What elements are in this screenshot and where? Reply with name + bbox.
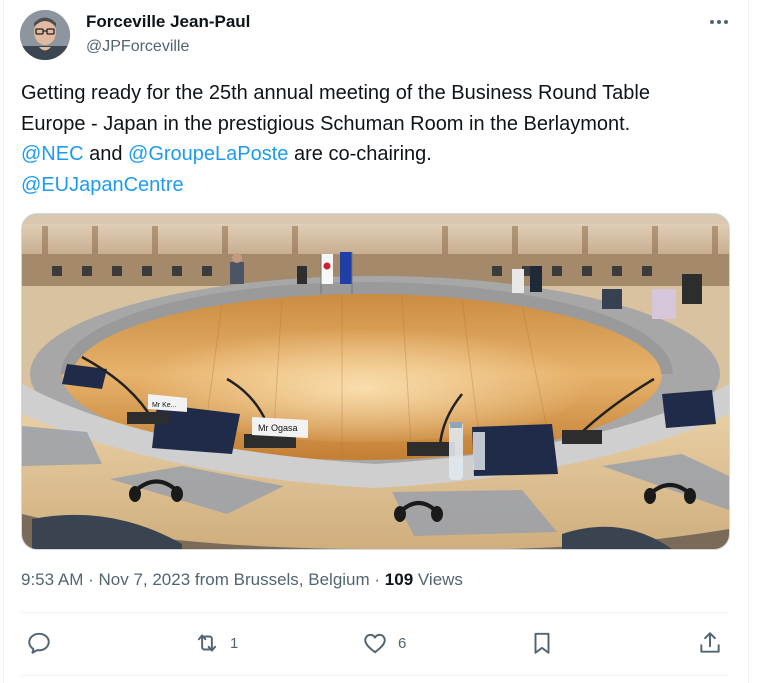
mention-eujapancentre[interactable]: @EUJapanCentre <box>21 174 184 196</box>
bookmark-icon <box>534 632 550 654</box>
reply-button[interactable] <box>26 628 62 658</box>
nameplate-2: Mr Ke... <box>152 402 177 409</box>
tweet-line-2: Europe - Japan in the prestigious Schuma… <box>21 112 631 135</box>
tweet-location: from Brussels, Belgium <box>190 570 370 589</box>
like-count: 6 <box>398 634 407 652</box>
tweet-text: Getting ready for the 25th annual meetin… <box>21 78 741 200</box>
tweet-line-4: @EUJapanCentre <box>21 170 741 201</box>
tweet-cochair-text: are co-chairing. <box>288 143 432 165</box>
tweet-line-3: @NEC and @GroupeLaPoste are co-chairing. <box>21 139 741 170</box>
tweet-meta: 9:53 AM · Nov 7, 2023 from Brussels, Bel… <box>21 570 463 590</box>
views-label: Views <box>413 570 463 589</box>
tweet-date[interactable]: Nov 7, 2023 <box>98 570 190 589</box>
share-icon <box>700 632 720 653</box>
tweet-and-text: and <box>83 143 129 165</box>
author-handle[interactable]: @JPForceville <box>86 38 189 56</box>
right-border <box>748 0 749 683</box>
retweet-count: 1 <box>230 634 239 652</box>
bookmark-button[interactable] <box>529 628 555 658</box>
retweet-icon <box>197 634 217 652</box>
tweet-photo[interactable]: Mr Ogasa Mr Ke... <box>21 213 730 550</box>
reply-icon <box>28 632 50 654</box>
meta-separator: · <box>369 570 385 589</box>
heart-icon <box>364 633 386 654</box>
divider <box>21 612 728 613</box>
share-button[interactable] <box>697 628 723 658</box>
like-button[interactable]: 6 <box>362 628 406 658</box>
avatar[interactable] <box>20 10 70 60</box>
more-icon[interactable] <box>707 10 731 34</box>
tweet-line-1: Getting ready for the 25th annual meetin… <box>21 82 650 104</box>
left-border <box>3 0 4 683</box>
author-name[interactable]: Forceville Jean-Paul <box>86 12 250 32</box>
bottom-divider <box>21 675 728 676</box>
mention-nec[interactable]: @NEC <box>21 143 84 165</box>
mention-groupelaposte[interactable]: @GroupeLaPoste <box>128 143 288 165</box>
meta-separator: · <box>83 570 99 589</box>
tweet-time[interactable]: 9:53 AM <box>21 570 83 589</box>
retweet-button[interactable]: 1 <box>194 628 238 658</box>
nameplate-ogasa: Mr Ogasa <box>258 423 298 433</box>
views-count: 109 <box>384 570 414 589</box>
meeting-room-photo: Mr Ogasa Mr Ke... <box>22 214 729 549</box>
